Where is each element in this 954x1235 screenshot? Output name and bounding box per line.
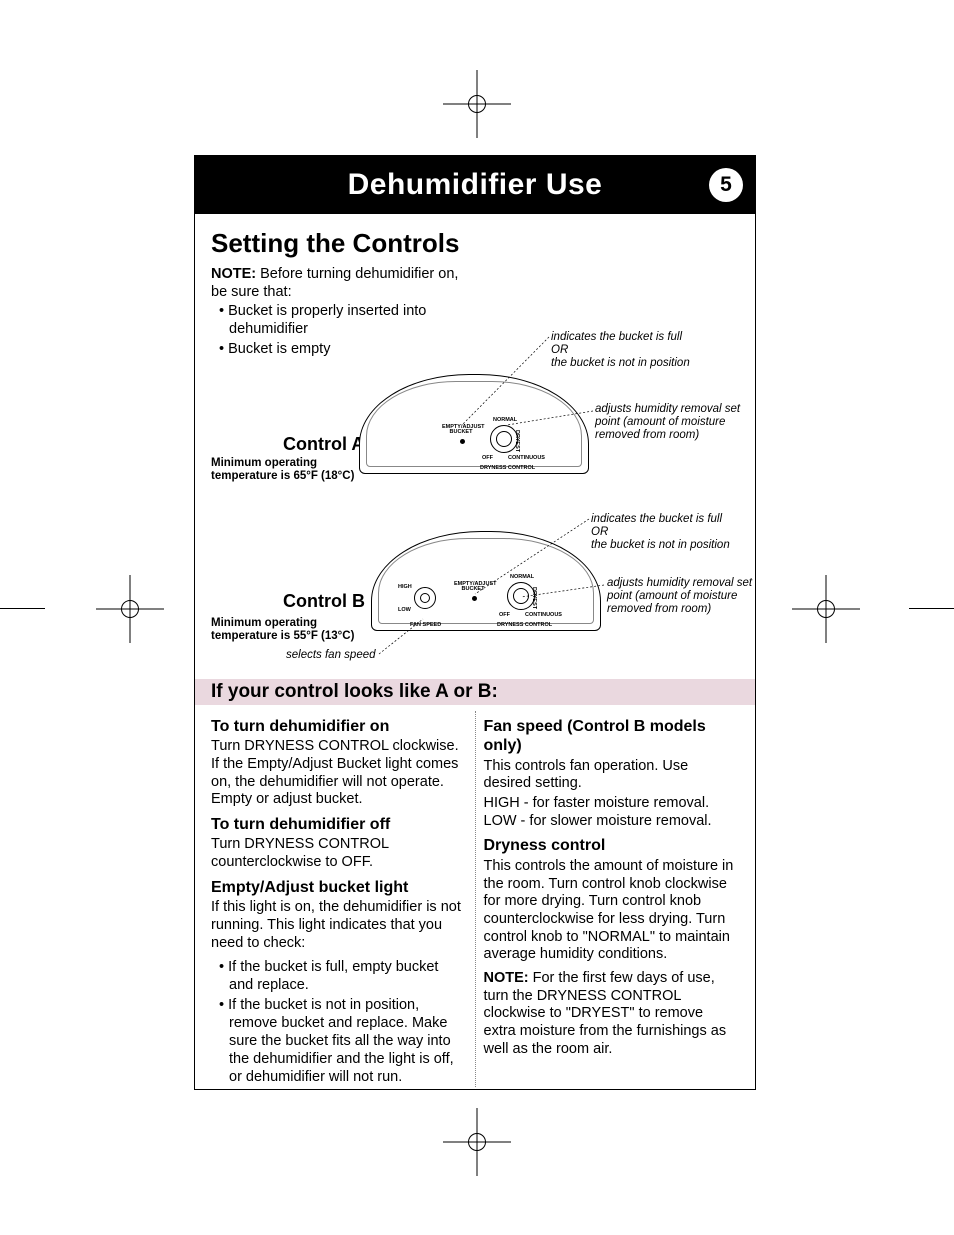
side-tick-left: [0, 608, 45, 609]
diagram-area: Control A Minimum operating temperature …: [211, 359, 739, 759]
page-number: 5: [720, 173, 732, 197]
crop-mark-left: [116, 595, 144, 623]
p-off: Turn DRYNESS CONTROL counterclockwise to…: [211, 836, 467, 871]
p-dry: This controls the amount of moisture in …: [484, 858, 740, 964]
page-frame: Dehumidifier Use 5 Setting the Controls …: [194, 155, 756, 1090]
light-bullets: If the bucket is full, empty bucket and …: [211, 958, 467, 1086]
light-bullet-1: If the bucket is full, empty bucket and …: [219, 958, 467, 994]
h-fan: Fan speed (Control B models only): [484, 717, 740, 756]
crop-mark-right: [812, 595, 840, 623]
leader-lines-a: [211, 329, 741, 489]
light-bullet-2: If the bucket is not in position, remove…: [219, 996, 467, 1087]
h-light: Empty/Adjust bucket light: [211, 878, 467, 898]
p-on: Turn DRYNESS CONTROL clockwise. If the E…: [211, 738, 467, 809]
crop-mark-top: [463, 90, 491, 118]
p-light: If this light is on, the dehumidifier is…: [211, 899, 467, 952]
left-column: To turn dehumidifier on Turn DRYNESS CON…: [211, 711, 467, 1088]
page-number-badge: 5: [709, 168, 743, 202]
p-fan1: This controls fan operation. Use desired…: [484, 758, 740, 793]
crop-mark-bottom: [463, 1128, 491, 1156]
p-fan2: HIGH - for faster moisture removal.: [484, 795, 740, 813]
right-column: Fan speed (Control B models only) This c…: [475, 711, 740, 1088]
note-block: NOTE: Before turning dehumidifier on, be…: [211, 265, 461, 301]
p-fan3: LOW - for slower moisture removal.: [484, 813, 740, 831]
note-label: NOTE:: [211, 266, 256, 282]
h-dry: Dryness control: [484, 836, 740, 856]
leader-lines-b: [211, 509, 741, 669]
section-title: Setting the Controls: [211, 228, 739, 259]
p-note-wrap: NOTE: For the first few days of use, tur…: [484, 970, 740, 1058]
side-tick-right: [909, 608, 954, 609]
h-on: To turn dehumidifier on: [211, 717, 467, 737]
header-bar: Dehumidifier Use 5: [195, 156, 755, 214]
note-label-2: NOTE:: [484, 970, 529, 986]
page-title: Dehumidifier Use: [348, 168, 603, 202]
two-column-body: To turn dehumidifier on Turn DRYNESS CON…: [211, 711, 739, 1088]
h-off: To turn dehumidifier off: [211, 815, 467, 835]
